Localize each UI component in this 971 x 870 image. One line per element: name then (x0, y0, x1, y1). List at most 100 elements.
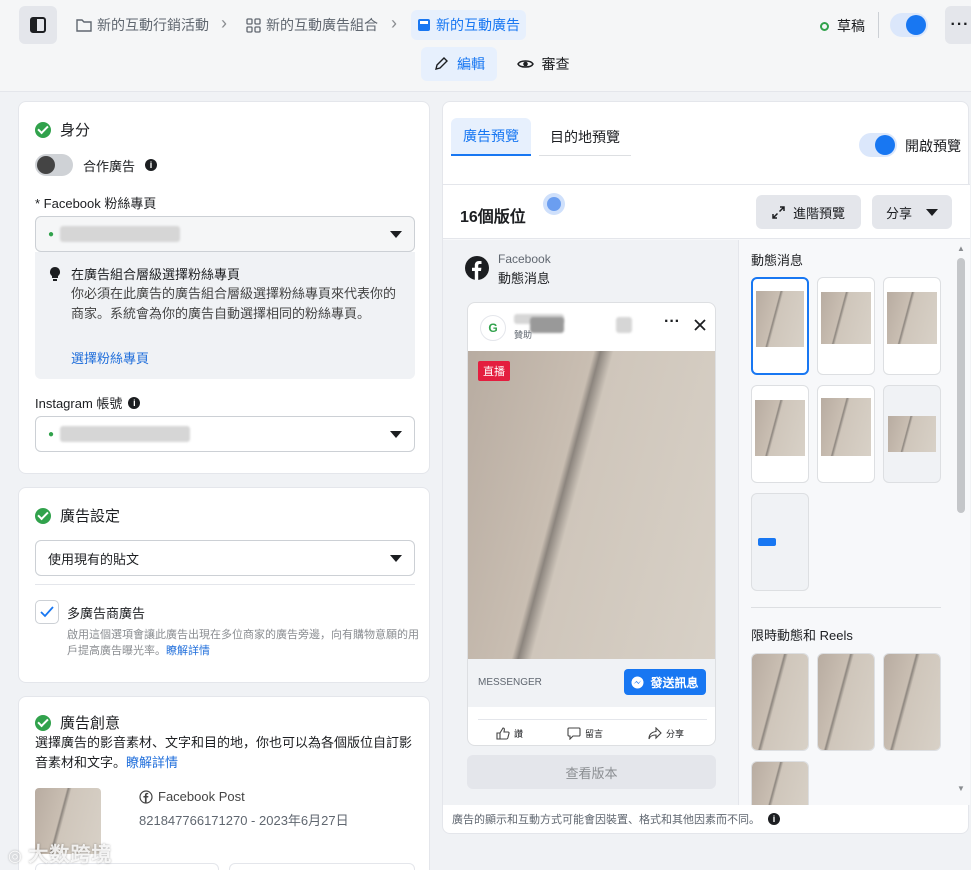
creative-desc: 選擇廣告的影音素材、文字和目的地，你也可以為各個版位自訂影音素材和文字。瞭解詳情 (35, 733, 419, 773)
expand-icon (772, 205, 785, 219)
more-icon[interactable]: ··· (664, 313, 680, 331)
ig-account-select[interactable]: ● (35, 416, 415, 452)
placement-thumb-story[interactable] (751, 653, 809, 751)
thumb-image (887, 292, 937, 344)
more-options-button[interactable]: ··· (945, 6, 971, 44)
creative-learn-more-link[interactable]: 瞭解詳情 (126, 755, 178, 770)
placement-thumb-story[interactable] (817, 653, 875, 751)
placement-thumb-story[interactable] (883, 653, 941, 751)
thumb-image (821, 292, 871, 344)
thumb-image (755, 400, 805, 456)
facebook-icon (139, 789, 153, 804)
placement-thumb[interactable] (817, 277, 875, 375)
breadcrumb-adset-label: 新的互動廣告組合 (266, 17, 378, 33)
advanced-preview-button[interactable]: 進階預覽 (756, 195, 861, 229)
divider (751, 607, 941, 608)
preview-area: 16個版位 進階預覽 分享 Facebook 動態消息 G 贊助 ··· 直播 … (443, 184, 970, 805)
mock-phone-post: G 贊助 ··· 直播 MESSENGER 發送訊息 讚 留言 分享 (467, 302, 716, 746)
blurred-block (530, 317, 564, 333)
share-action[interactable]: 分享 (648, 727, 684, 740)
tab-ad-preview[interactable]: 廣告預覽 (451, 118, 531, 156)
tab-edit[interactable]: 編輯 (421, 47, 497, 81)
learn-more-link[interactable]: 瞭解詳情 (166, 645, 210, 657)
page-logo-icon: ● (48, 228, 55, 240)
indicator-dot (547, 197, 561, 211)
scrollbar-thumb[interactable] (957, 258, 965, 513)
share-button[interactable]: 分享 (872, 195, 952, 229)
post-source-select[interactable]: 使用現有的貼文 (35, 540, 415, 576)
multi-advertiser-desc: 啟用這個選項會讓此廣告出現在多位商家的廣告旁邊，向有購物意願的用戶提高廣告曝光率… (67, 627, 419, 659)
sponsored-label: 贊助 (514, 330, 533, 340)
folder-icon (76, 19, 92, 32)
identity-title: 身分 (60, 122, 91, 139)
lightbulb-icon (50, 267, 60, 281)
close-icon[interactable] (694, 319, 706, 331)
identity-card: 身分 合作廣告 i * Facebook 粉絲專頁 ● 在廣告組合層級選擇粉絲專… (18, 101, 430, 474)
creative-desc-text: 選擇廣告的影音素材、文字和目的地，你也可以為各個版位自訂影音素材和文字。 (35, 735, 413, 770)
placements-count: 16個版位 (460, 209, 526, 226)
scroll-up-icon: ▲ (957, 244, 965, 253)
chevron-right-icon: › (391, 13, 397, 33)
post-media-image (468, 351, 715, 659)
page-logo-icon: G (488, 321, 498, 335)
thumb-image (821, 398, 871, 456)
live-badge: 直播 (478, 361, 510, 381)
ad-active-toggle[interactable] (890, 13, 928, 37)
preview-toggle[interactable] (859, 133, 897, 157)
view-version-button[interactable]: 查看版本 (467, 755, 716, 789)
watermark-logo-icon: ◎ (8, 848, 29, 865)
placement-thumb[interactable] (883, 385, 941, 483)
placement-thumb[interactable] (883, 277, 941, 375)
info-icon[interactable]: i (128, 396, 141, 409)
comment-action[interactable]: 留言 (567, 727, 603, 740)
scroll-down-icon: ▼ (957, 784, 965, 793)
tab-review-label: 審查 (541, 56, 570, 72)
preview-disclaimer: 廣告的顯示和互動方式可能會因裝置、格式和其他因素而不同。 i (452, 811, 780, 827)
breadcrumb-campaign[interactable]: 新的互動行銷活動 (70, 10, 215, 40)
info-icon[interactable]: i (145, 159, 158, 171)
tip-title: 在廣告組合層級選擇粉絲專頁 (71, 267, 241, 282)
like-label: 讚 (514, 729, 524, 739)
placement-thumb-feed[interactable] (751, 277, 809, 375)
messenger-icon (631, 676, 644, 688)
breadcrumb-ad-label: 新的互動廣告 (436, 17, 520, 33)
post-source-value: 使用現有的貼文 (48, 551, 140, 567)
creative-title: 廣告創意 (60, 715, 121, 732)
placement-thumb-story[interactable] (751, 761, 809, 805)
like-action[interactable]: 讚 (496, 727, 523, 740)
tab-review[interactable]: 審查 (508, 47, 578, 81)
preview-toggle-label: 開啟預覽 (905, 138, 961, 154)
caret-down-icon (390, 230, 402, 238)
multi-advertiser-checkbox[interactable] (35, 600, 59, 624)
select-page-link[interactable]: 選擇粉絲專頁 (71, 348, 149, 367)
fb-page-select[interactable]: ● (35, 216, 415, 252)
eye-icon (516, 60, 534, 68)
comment-label: 留言 (585, 729, 604, 739)
ad-setup-title: 廣告設定 (60, 508, 121, 525)
divider (878, 12, 879, 38)
cta-source: MESSENGER (478, 677, 542, 688)
partnership-ad-toggle[interactable] (35, 154, 73, 176)
blurred-block (616, 317, 632, 333)
thumb-image (756, 291, 804, 347)
placement-thumb[interactable] (751, 385, 809, 483)
top-bar: 新的互動行銷活動 › 新的互動廣告組合 › 新的互動廣告 草稿 ··· 編輯 審… (0, 0, 971, 92)
scrollbar[interactable]: ▲ ▼ (955, 242, 967, 802)
post-source: Facebook Post (158, 789, 245, 804)
page-avatar: G (480, 315, 506, 341)
advanced-preview-label: 進階預覽 (792, 205, 845, 221)
sidebar-toggle-button[interactable] (19, 6, 57, 44)
tab-destination-preview[interactable]: 目的地預覽 (539, 118, 631, 156)
watermark: ◎ 大数跨境 (8, 838, 112, 867)
placement-thumb[interactable] (817, 385, 875, 483)
send-message-button[interactable]: 發送訊息 (624, 669, 706, 695)
placement-thumb[interactable] (751, 493, 809, 591)
divider (478, 719, 707, 720)
breadcrumb-ad[interactable]: 新的互動廣告 (411, 10, 526, 40)
info-icon[interactable]: i (768, 813, 780, 825)
creative-option-right[interactable] (229, 863, 415, 870)
breadcrumb-adset[interactable]: 新的互動廣告組合 (240, 10, 384, 40)
preview-panel: 廣告預覽 目的地預覽 開啟預覽 16個版位 進階預覽 分享 Facebook 動… (442, 101, 970, 834)
caret-down-icon (390, 430, 402, 438)
check-icon (35, 714, 51, 731)
